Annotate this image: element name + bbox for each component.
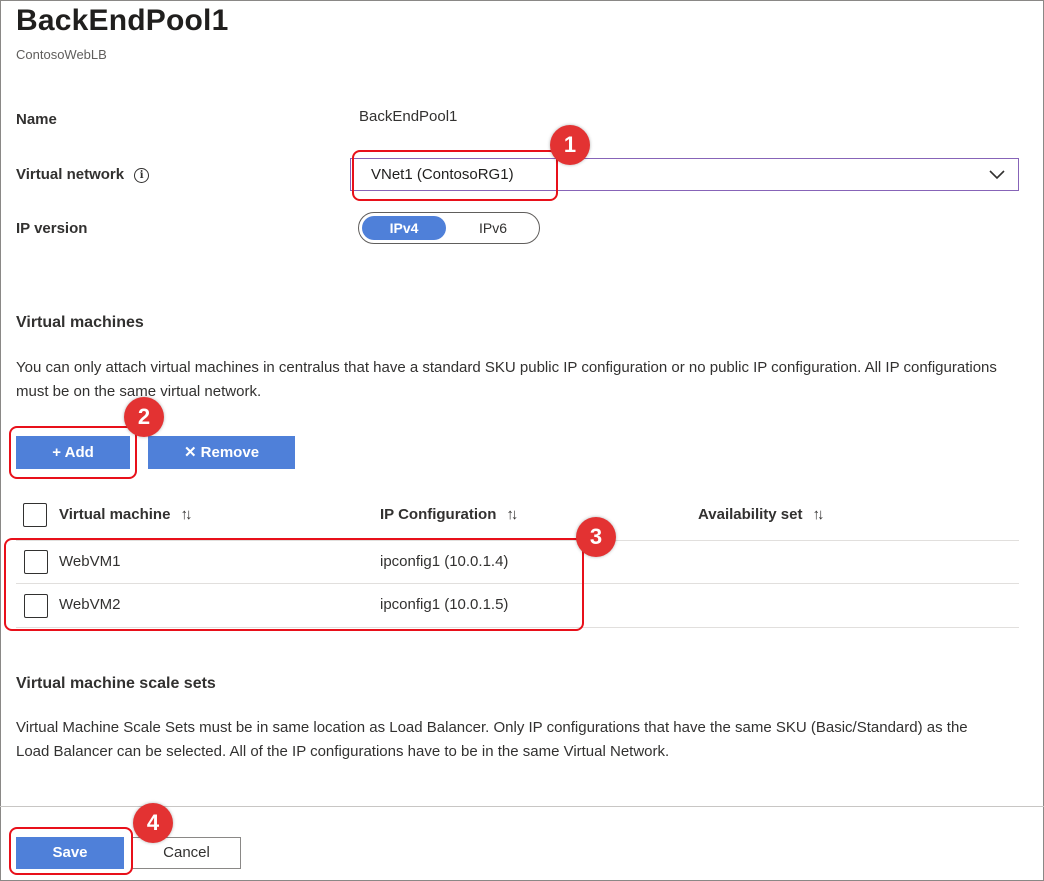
remove-button[interactable]: ✕ Remove — [148, 436, 295, 469]
name-value: BackEndPool1 — [359, 108, 458, 125]
callout-box-1 — [352, 150, 558, 201]
callout-badge-4: 4 — [133, 803, 173, 843]
vmss-description: Virtual Machine Scale Sets must be in sa… — [16, 719, 968, 760]
ipv4-option[interactable]: IPv4 — [362, 216, 446, 240]
callout-box-4 — [9, 827, 133, 875]
callout-badge-1: 1 — [550, 125, 590, 165]
col-vm-label: Virtual machine — [59, 506, 171, 523]
page-title: BackEndPool1 — [16, 4, 229, 37]
vms-section-title: Virtual machines — [16, 314, 144, 331]
page-subtitle: ContosoWebLB — [16, 47, 107, 62]
vms-description: You can only attach virtual machines in … — [16, 359, 997, 400]
vnet-label: Virtual network — [16, 166, 125, 183]
sort-icon: ↑↓ — [506, 506, 518, 523]
col-header-ipconfig[interactable]: IP Configuration ↑↓ — [380, 506, 518, 523]
col-header-vm[interactable]: Virtual machine ↑↓ — [59, 506, 192, 523]
callout-box-3 — [4, 538, 584, 631]
select-all-checkbox[interactable] — [23, 503, 47, 527]
vmss-section-title: Virtual machine scale sets — [16, 675, 216, 692]
col-ipconfig-label: IP Configuration — [380, 506, 497, 523]
callout-badge-3: 3 — [576, 517, 616, 557]
callout-box-2 — [9, 426, 137, 479]
vnet-label-row: Virtual network i — [16, 166, 150, 183]
info-icon[interactable]: i — [134, 168, 150, 183]
col-header-availability[interactable]: Availability set ↑↓ — [698, 506, 825, 523]
sort-icon: ↑↓ — [180, 506, 192, 523]
col-availability-label: Availability set — [698, 506, 803, 523]
ipversion-toggle: IPv4 IPv6 — [358, 212, 540, 244]
ipversion-label: IP version — [16, 220, 88, 237]
callout-badge-2: 2 — [124, 397, 164, 437]
ipv6-option[interactable]: IPv6 — [451, 216, 535, 240]
sort-icon: ↑↓ — [812, 506, 825, 523]
chevron-down-icon — [989, 170, 1005, 180]
name-label: Name — [16, 111, 57, 128]
